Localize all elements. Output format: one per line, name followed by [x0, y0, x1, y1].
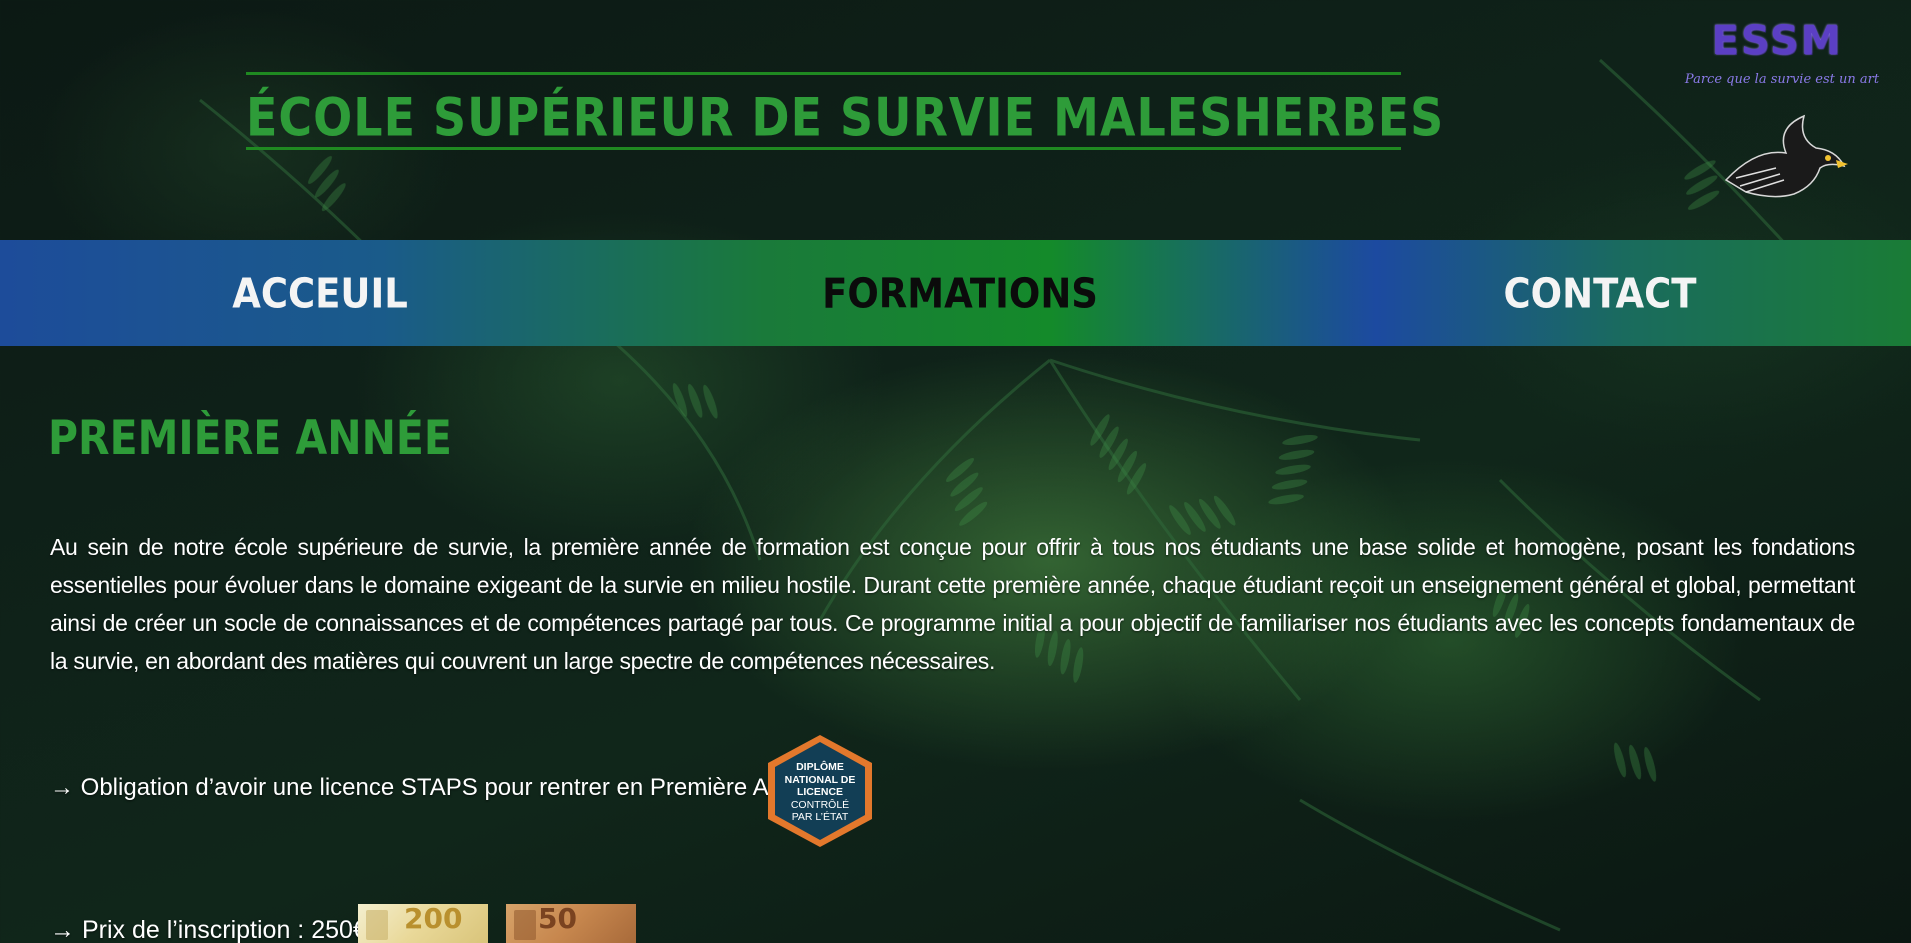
banknote-value: 50: [538, 904, 577, 935]
banknote-stripe: [366, 910, 388, 940]
nav-item-formations[interactable]: Formations: [810, 235, 1110, 352]
logo-name: ESSM: [1711, 18, 1843, 64]
banknote-value: 200: [404, 904, 463, 935]
site-title-frame: École Supérieur de survie Malesherbes: [246, 72, 1445, 150]
logo-tagline: Parce que la survie est un art: [1684, 72, 1880, 87]
site-logo[interactable]: ESSM Parce que la survie est un art: [1672, 18, 1892, 208]
site-header: École Supérieur de survie Malesherbes ES…: [0, 0, 1911, 240]
price-text: → Prix de l’inscription : 250€: [50, 915, 367, 943]
nav-item-acceuil[interactable]: Acceuil: [170, 235, 470, 352]
banknote-50-image: 50: [506, 904, 636, 943]
section-title: Première Année: [48, 410, 452, 466]
banknote-200-image: 200: [358, 904, 488, 943]
banknote-stripe: [514, 910, 536, 940]
main-navigation: Acceuil Formations Contact: [0, 240, 1911, 346]
site-title: École Supérieur de survie Malesherbes: [246, 85, 1445, 149]
eagle-emblem-icon: [1724, 114, 1848, 198]
badge-text: DIPLÔME NATIONAL DE LICENCE CONTRÔLÉ PAR…: [784, 761, 856, 823]
nav-item-contact[interactable]: Contact: [1450, 235, 1750, 352]
main-content: Première Année Au sein de notre école su…: [0, 346, 1911, 943]
requirement-text: → Obligation d’avoir une licence STAPS p…: [50, 774, 822, 801]
intro-paragraph: Au sein de notre école supérieure de sur…: [50, 534, 1855, 674]
licence-badge: DIPLÔME NATIONAL DE LICENCE CONTRÔLÉ PAR…: [762, 731, 878, 851]
